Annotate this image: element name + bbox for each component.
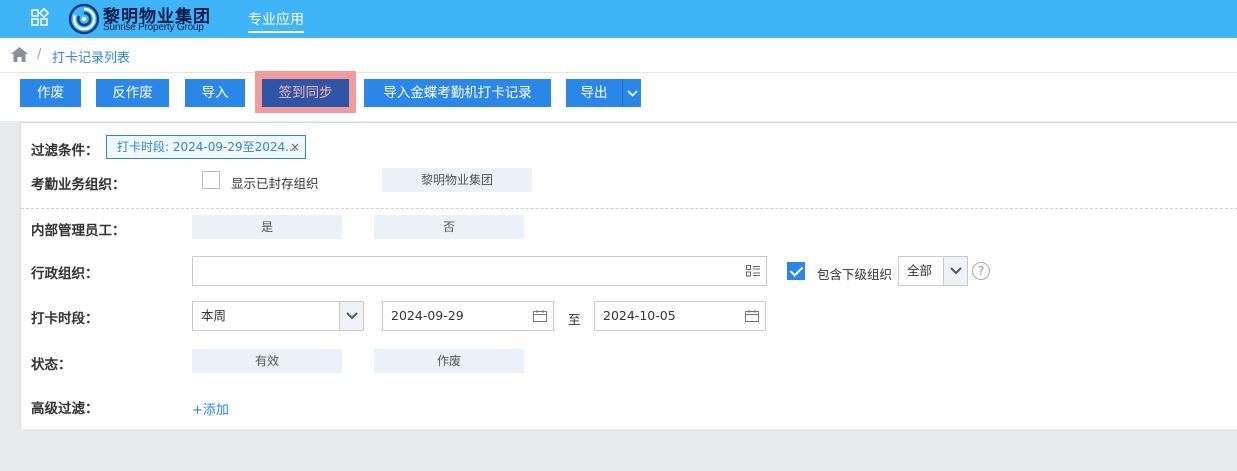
status-void-option[interactable]: 作废	[374, 349, 524, 373]
unvoid-button[interactable]: 反作废	[96, 79, 169, 107]
include-sub-org-label: 包含下级组织	[817, 267, 893, 282]
brand-name-en: Sunrise Property Group	[103, 22, 204, 33]
export-dropdown-toggle[interactable]	[622, 79, 641, 107]
import-kingdee-records-button[interactable]: 导入金蝶考勤机打卡记录	[364, 79, 551, 107]
punch-period-label: 打卡时段：	[31, 311, 99, 327]
show-sealed-org-label: 显示已封存组织	[231, 176, 319, 191]
nav-professional-apps[interactable]: 专业应用	[248, 9, 304, 33]
section-divider	[21, 208, 1237, 209]
chevron-down-icon	[627, 90, 638, 97]
filter-conditions-label: 过滤条件：	[31, 143, 99, 159]
internal-staff-yes[interactable]: 是	[192, 215, 342, 239]
content-background	[20, 429, 1237, 471]
calendar-icon[interactable]	[533, 310, 547, 322]
active-filter-tag-text: 打卡时段: 2024-09-29至2024...	[117, 140, 297, 154]
admin-org-label: 行政组织：	[31, 266, 99, 282]
date-range-separator: 至	[568, 312, 581, 327]
sign-in-sync-button[interactable]: 签到同步	[262, 79, 349, 107]
date-to-value: 2024-10-05	[603, 308, 676, 323]
breadcrumb: / 打卡记录列表	[0, 38, 1237, 73]
help-icon[interactable]: ?	[972, 262, 990, 280]
attendance-org-label: 考勤业务组织：	[31, 177, 126, 193]
period-select[interactable]: 本周	[192, 301, 364, 331]
period-select-caret[interactable]	[339, 302, 363, 330]
import-button[interactable]: 导入	[185, 79, 245, 107]
filter-panel: 过滤条件： 打卡时段: 2024-09-29至2024... × 考勤业务组织：…	[20, 122, 1237, 429]
date-to-input[interactable]: 2024-10-05	[594, 301, 766, 331]
sunrise-logo-icon	[68, 3, 100, 35]
advanced-filter-label: 高级过滤：	[31, 401, 99, 417]
list-picker-icon[interactable]	[746, 265, 760, 277]
date-from-input[interactable]: 2024-09-29	[382, 301, 554, 331]
scope-select-value: 全部	[907, 263, 933, 278]
scope-select-caret[interactable]	[943, 257, 967, 285]
period-select-value: 本周	[201, 308, 227, 323]
void-button[interactable]: 作废	[20, 79, 81, 107]
chevron-down-icon	[346, 312, 358, 320]
show-sealed-org-checkbox[interactable]	[202, 171, 220, 189]
chevron-down-icon	[950, 267, 962, 275]
toolbar: 作废 反作废 导入 签到同步 导入金蝶考勤机打卡记录 导出	[0, 71, 1237, 121]
breadcrumb-separator: /	[37, 47, 42, 62]
home-icon[interactable]	[11, 47, 28, 62]
status-label: 状态：	[31, 357, 72, 373]
internal-staff-label: 内部管理员工：	[31, 223, 126, 239]
date-from-value: 2024-09-29	[391, 308, 464, 323]
org-option-sunrise[interactable]: 黎明物业集团	[382, 168, 532, 192]
status-valid-option[interactable]: 有效	[192, 349, 342, 373]
app-grid-icon[interactable]	[30, 8, 50, 28]
active-filter-tag[interactable]: 打卡时段: 2024-09-29至2024... ×	[106, 135, 306, 159]
internal-staff-no[interactable]: 否	[374, 215, 524, 239]
add-advanced-filter-link[interactable]: +添加	[192, 399, 229, 418]
include-sub-org-checkbox[interactable]	[787, 262, 805, 280]
admin-org-input[interactable]	[192, 256, 767, 286]
calendar-icon[interactable]	[745, 310, 759, 322]
top-bar: 黎明物业集团 Sunrise Property Group 专业应用	[0, 0, 1237, 38]
scope-select[interactable]: 全部	[898, 256, 968, 286]
close-icon[interactable]: ×	[290, 136, 300, 158]
breadcrumb-current[interactable]: 打卡记录列表	[52, 47, 130, 66]
export-button[interactable]: 导出	[566, 79, 622, 107]
